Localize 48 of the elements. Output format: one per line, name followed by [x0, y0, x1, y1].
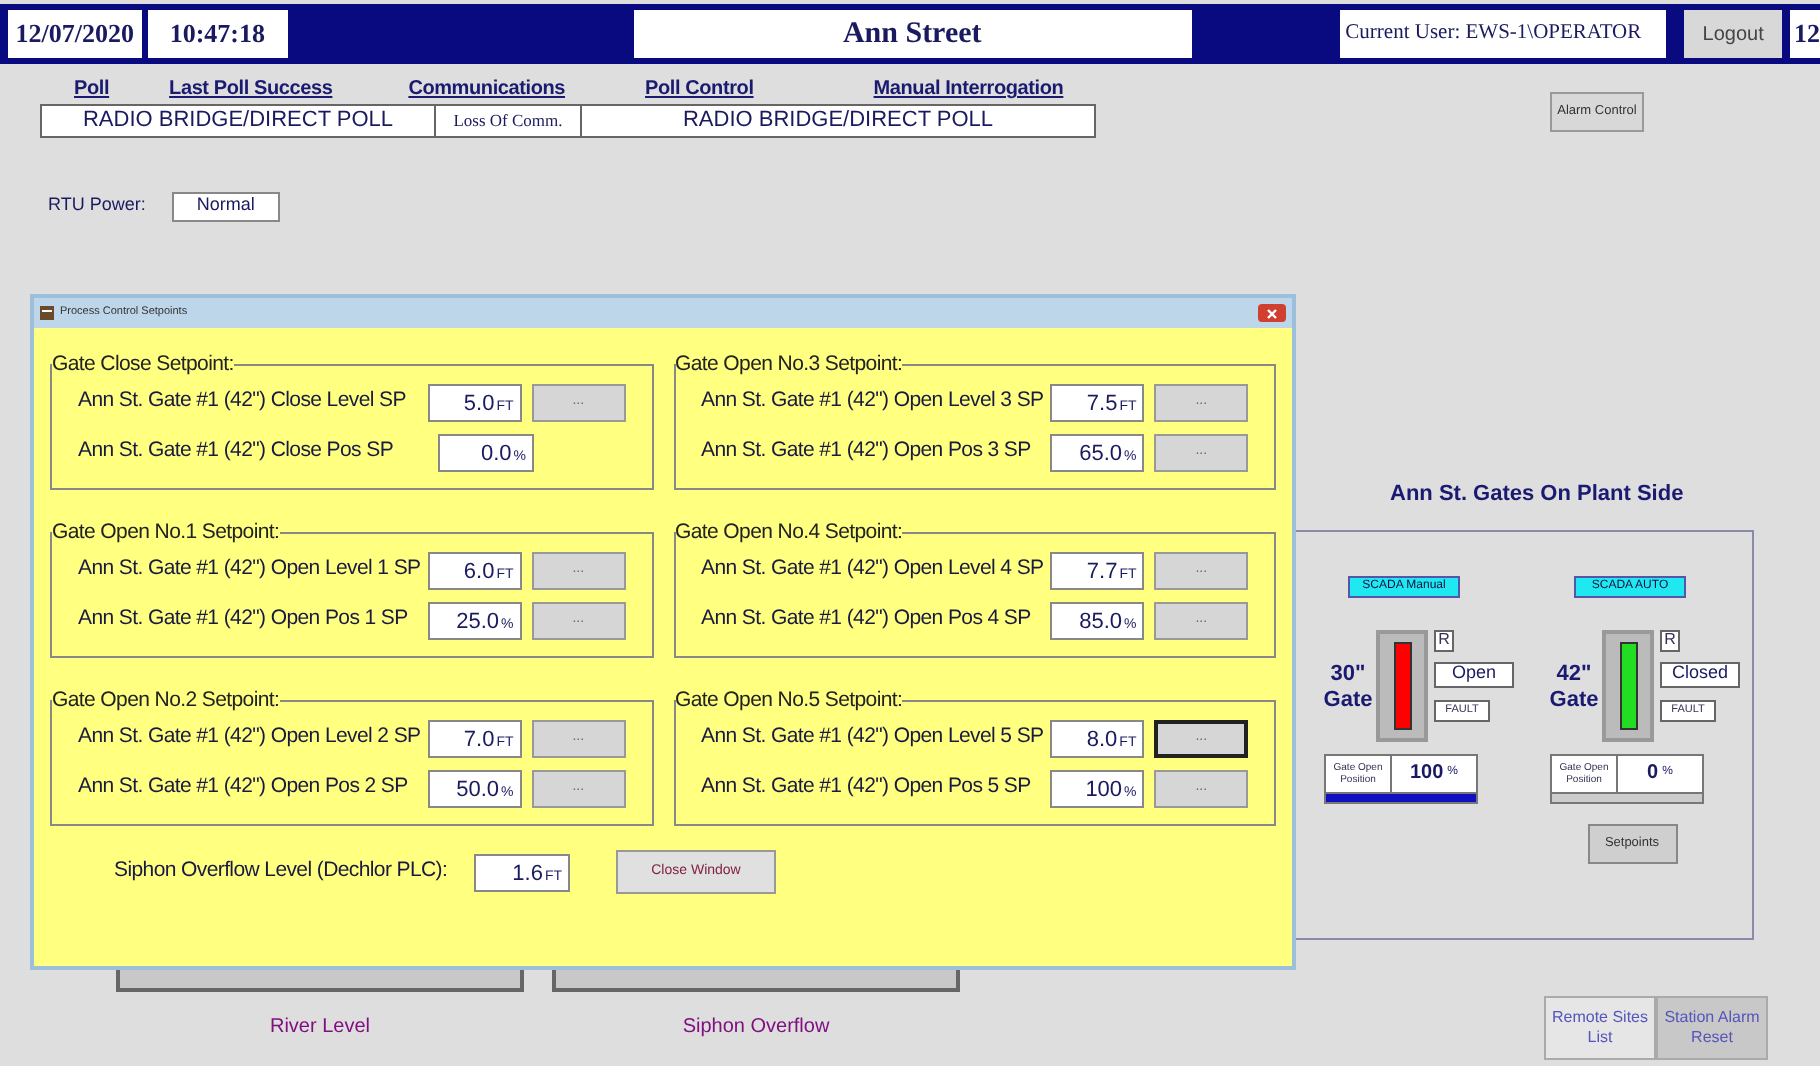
group-title: Gate Open No.2 Setpoint:: [52, 686, 280, 716]
current-user: Current User: EWS-1\OPERATOR: [1339, 10, 1667, 58]
gate-name: 42" Gate: [1550, 661, 1598, 713]
poll-value: RADIO BRIDGE/DIRECT POLL: [80, 106, 396, 136]
setpoint-label: Ann St. Gate #1 (42") Close Pos SP: [78, 436, 396, 467]
poll-heading[interactable]: Communications: [408, 76, 566, 102]
poll-value: RADIO BRIDGE/DIRECT POLL: [680, 106, 996, 136]
poll-value: Loss Of Comm.: [434, 106, 582, 136]
gate-status: Open: [1434, 661, 1514, 687]
close-icon[interactable]: [1258, 304, 1286, 322]
setpoint-label: Ann St. Gate #1 (42") Open Pos 1 SP: [78, 604, 410, 635]
header-field: 12: [1790, 10, 1820, 58]
date-display: 12/07/2020: [8, 10, 142, 58]
window-icon: [40, 306, 54, 320]
remote-indicator: R: [1434, 629, 1454, 651]
poll-heading[interactable]: Last Poll Success: [169, 76, 333, 102]
gate-status: Closed: [1660, 661, 1740, 687]
group-title: Gate Open No.5 Setpoint:: [675, 686, 903, 716]
setpoint-label: Ann St. Gate #1 (42") Open Pos 2 SP: [78, 772, 410, 803]
setpoint-label: Ann St. Gate #1 (42") Open Level 2 SP: [78, 722, 423, 753]
rtu-power-value: Normal: [171, 191, 280, 221]
time-display: 10:47:18: [147, 10, 288, 58]
setpoint-label: Ann St. Gate #1 (42") Open Level 3 SP: [701, 386, 1046, 417]
gate-name: 30" Gate: [1324, 661, 1372, 713]
siphon-label: Siphon Overflow Level (Dechlor PLC):: [114, 856, 450, 887]
setpoint-label: Ann St. Gate #1 (42") Open Level 4 SP: [701, 554, 1046, 585]
poll-heading[interactable]: Poll: [74, 76, 110, 102]
remote-indicator: R: [1660, 629, 1680, 651]
logout-button[interactable]: Logout: [1684, 10, 1782, 58]
setpoint-label: Ann St. Gate #1 (42") Open Level 5 SP: [701, 722, 1046, 753]
footer-button[interactable]: Remote Sites List: [1544, 996, 1656, 1060]
setpoint-label: Ann St. Gate #1 (42") Open Pos 5 SP: [701, 772, 1033, 803]
tank-label: River Level: [269, 1014, 371, 1042]
rtu-power-label: RTU Power:: [48, 192, 146, 219]
poll-heading[interactable]: Manual Interrogation: [873, 76, 1064, 102]
setpoint-label: Ann St. Gate #1 (42") Open Pos 4 SP: [701, 604, 1033, 635]
group-title: Gate Open No.3 Setpoint:: [675, 350, 903, 380]
setpoint-label: Ann St. Gate #1 (42") Close Level SP: [78, 386, 408, 417]
setpoint-label: Ann St. Gate #1 (42") Open Pos 3 SP: [701, 436, 1033, 467]
group-title: Gate Open No.1 Setpoint:: [52, 518, 280, 548]
gates-panel-title: Ann St. Gates On Plant Side: [1390, 480, 1686, 510]
tank-label: Siphon Overflow: [682, 1014, 830, 1042]
poll-heading[interactable]: Poll Control: [645, 76, 754, 102]
group-title: Gate Open No.4 Setpoint:: [675, 518, 903, 548]
station-title: Ann Street: [633, 10, 1192, 58]
group-title: Gate Close Setpoint:: [52, 350, 234, 380]
setpoint-label: Ann St. Gate #1 (42") Open Level 1 SP: [78, 554, 423, 585]
footer-button[interactable]: Station Alarm Reset: [1656, 996, 1768, 1060]
